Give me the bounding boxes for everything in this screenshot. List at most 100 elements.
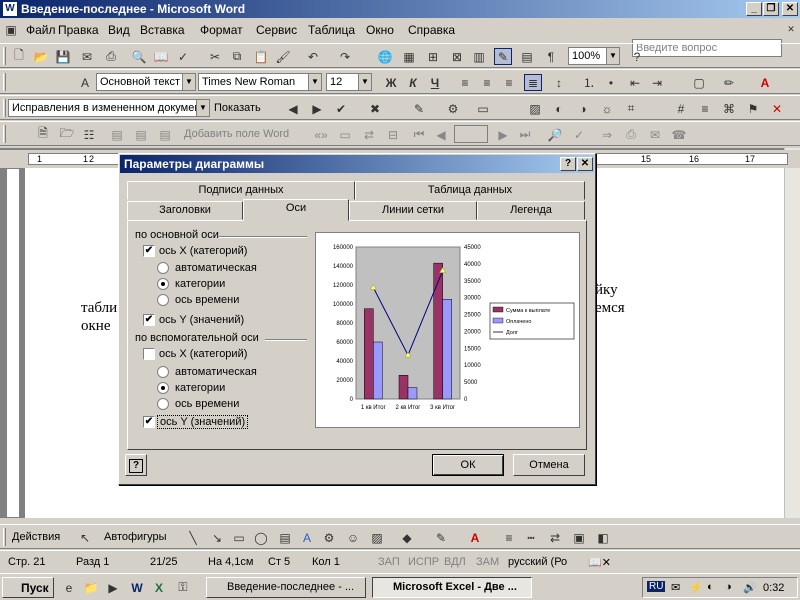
reset-picture-icon[interactable]: ✕ [768, 100, 786, 117]
rotate-icon[interactable]: # [672, 100, 690, 117]
chevron-down-icon[interactable]: ▼ [196, 100, 209, 116]
tables-borders-icon[interactable]: ▦ [400, 48, 418, 65]
primary-x-timescale-radio[interactable] [157, 294, 169, 306]
diagram-icon[interactable]: ⚙ [320, 529, 338, 546]
permission-icon[interactable]: ✉ [78, 48, 96, 65]
secondary-x-auto-radio[interactable] [157, 366, 169, 378]
merge-to-doc-icon[interactable]: ⇒ [598, 126, 616, 143]
copy-icon[interactable]: ⧉ [228, 48, 246, 65]
close-doc-icon[interactable]: ✕ [782, 21, 800, 38]
line-style-icon[interactable]: ≡ [500, 529, 518, 546]
sound-tray-icon[interactable]: 🔊 [743, 581, 757, 594]
font-color-icon[interactable]: A [756, 74, 774, 91]
insert-merge-fields-icon[interactable]: ▤ [156, 126, 174, 143]
toolbar-grip[interactable] [3, 528, 6, 546]
primary-x-axis-checkbox[interactable]: ✔ [143, 245, 155, 257]
insert-greeting-icon[interactable]: ▤ [132, 126, 150, 143]
main-document-setup-icon[interactable]: 🗎 [34, 126, 52, 143]
tab-legend[interactable]: Легенда [477, 201, 585, 220]
merge-to-printer-icon[interactable]: ⎙ [622, 126, 640, 143]
toolbar-grip[interactable] [3, 47, 6, 65]
last-record-icon[interactable]: ⏭ [516, 126, 534, 143]
select-objects-icon[interactable]: ↖ [76, 529, 94, 546]
open-data-source-icon[interactable]: 🗁 [58, 126, 76, 143]
close-button[interactable]: ✕ [782, 2, 798, 16]
highlight-fields-icon[interactable]: ▭ [336, 126, 354, 143]
recipients-icon[interactable]: ☷ [80, 126, 98, 143]
tab-data-table[interactable]: Таблица данных [355, 181, 585, 200]
minimize-button[interactable]: _ [746, 2, 762, 16]
match-fields-icon[interactable]: ⇄ [360, 126, 378, 143]
ok-button[interactable]: ОК [432, 454, 504, 476]
dialog-close-button[interactable]: ✕ [577, 157, 593, 171]
secondary-x-category-radio[interactable] [157, 382, 169, 394]
record-number-input[interactable] [454, 125, 488, 143]
word-app-icon[interactable]: W [2, 1, 18, 17]
word-doc-icon[interactable]: ▣ [2, 21, 20, 38]
doc-map-icon[interactable]: ▤ [518, 48, 536, 65]
draw-actions-menu[interactable]: Действия [12, 531, 60, 543]
secondary-x-timescale-radio[interactable] [157, 398, 169, 410]
language-indicator[interactable]: RU [647, 581, 666, 592]
menu-file[interactable]: Файл [26, 23, 56, 37]
volume-tray-icon[interactable]: ◐ [707, 581, 714, 593]
task-excel[interactable]: Microsoft Excel - Две ... [372, 577, 532, 598]
hyperlink-icon[interactable]: 🌐 [376, 48, 394, 65]
menu-table[interactable]: Таблица [308, 23, 355, 37]
menu-tools[interactable]: Сервис [256, 23, 297, 37]
font-size-select[interactable]: 12 ▼ [326, 73, 372, 91]
accept-change-icon[interactable]: ✔ [332, 100, 350, 117]
print-icon[interactable]: ⎙ [102, 48, 120, 65]
merge-to-email-icon[interactable]: ✉ [646, 126, 664, 143]
save-icon[interactable]: 💾 [54, 48, 72, 65]
undo-icon[interactable]: ↶ [304, 48, 322, 65]
align-right-icon[interactable]: ≡ [500, 74, 518, 91]
show-markup-menu[interactable]: Показать [214, 102, 261, 114]
align-center-icon[interactable]: ≡ [478, 74, 496, 91]
wordart-icon[interactable]: A [298, 529, 316, 546]
font-select[interactable]: Times New Roman ▼ [198, 73, 322, 91]
line-spacing-icon[interactable]: ↕ [550, 74, 568, 91]
chevron-down-icon[interactable]: ▼ [182, 74, 195, 90]
line-color-icon[interactable]: ✎ [432, 529, 450, 546]
font-color-draw-icon[interactable]: A [466, 529, 484, 546]
explorer-quicklaunch-icon[interactable]: 📁 [82, 579, 100, 596]
highlight-icon[interactable]: ✏ [720, 74, 738, 91]
window-title-bar[interactable]: W Введение-последнее - Microsoft Word _ … [0, 0, 800, 18]
reviewing-pane-icon[interactable]: ▭ [474, 100, 492, 117]
chevron-down-icon[interactable]: ▼ [606, 48, 619, 64]
shadow-style-icon[interactable]: ▣ [570, 529, 588, 546]
next-record-icon[interactable]: ▶ [494, 126, 512, 143]
chevron-down-icon[interactable]: ▼ [308, 74, 321, 90]
line-tool-icon[interactable]: ╲ [184, 529, 202, 546]
propagate-labels-icon[interactable]: ⊟ [384, 126, 402, 143]
reject-change-icon[interactable]: ✖ [366, 100, 384, 117]
maximize-button[interactable]: ❐ [763, 2, 779, 16]
arrow-tool-icon[interactable]: ↘ [208, 529, 226, 546]
first-record-icon[interactable]: ⏮ [410, 126, 428, 143]
dash-style-icon[interactable]: ┅ [522, 529, 540, 546]
status-ovr[interactable]: ЗАМ [476, 556, 499, 568]
primary-x-category-radio[interactable] [157, 278, 169, 290]
spelling-status-icon[interactable]: 📖✕ [588, 556, 611, 569]
format-painter-icon[interactable]: 🖌 [274, 48, 292, 65]
mail-tray-icon[interactable]: ✉ [671, 581, 680, 594]
vertical-scrollbar[interactable] [784, 148, 800, 518]
autoshapes-menu[interactable]: Автофигуры [104, 531, 167, 543]
research-icon[interactable]: 📖 [152, 48, 170, 65]
merge-to-fax-icon[interactable]: ☎ [670, 126, 688, 143]
style-select[interactable]: Основной текст ▼ [96, 73, 196, 91]
bullets-icon[interactable]: • [602, 74, 620, 91]
menu-view[interactable]: Вид [108, 23, 130, 37]
view-merged-data-icon[interactable]: «» [312, 126, 330, 143]
textbox-tool-icon[interactable]: ▤ [276, 529, 294, 546]
ie-quicklaunch-icon[interactable]: e [60, 579, 78, 596]
prev-change-icon[interactable]: ◀ [284, 100, 302, 117]
chevron-down-icon[interactable]: ▼ [358, 74, 371, 90]
3d-style-icon[interactable]: ◧ [594, 529, 612, 546]
spelling-icon[interactable]: ✓ [174, 48, 192, 65]
bold-button[interactable]: Ж [382, 74, 400, 91]
status-trk[interactable]: ИСПР [408, 556, 439, 568]
menu-help[interactable]: Справка [408, 23, 455, 37]
redo-icon[interactable]: ↷ [336, 48, 354, 65]
